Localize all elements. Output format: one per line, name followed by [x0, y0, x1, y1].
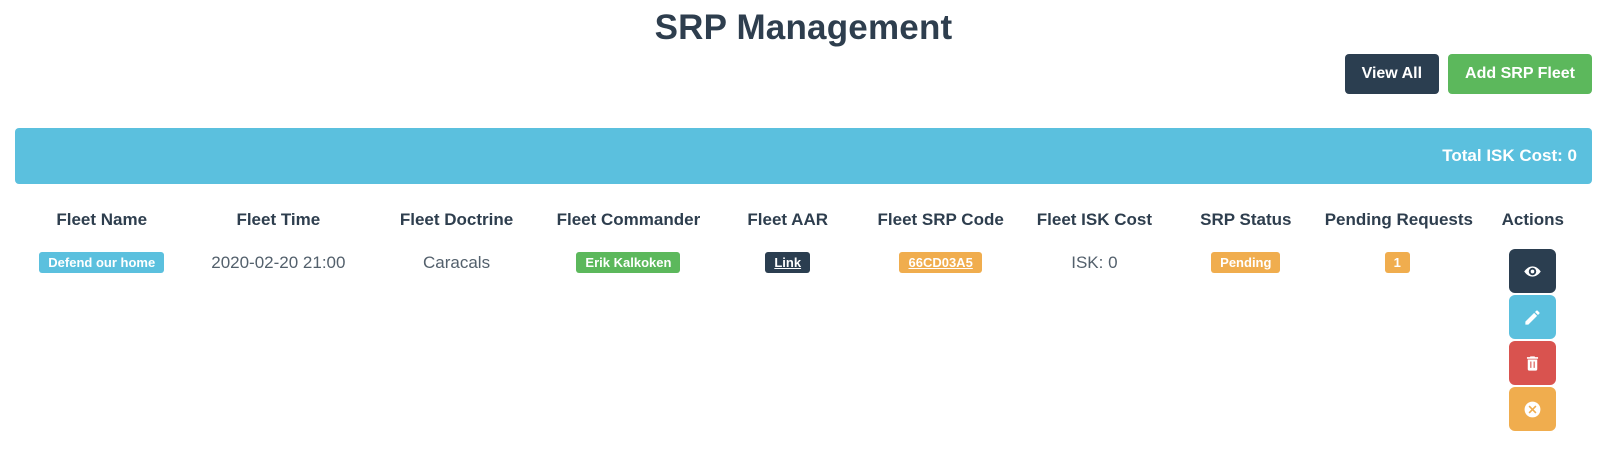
cancel-fleet-button[interactable] — [1509, 387, 1556, 431]
delete-fleet-button[interactable] — [1509, 341, 1556, 385]
header-fleet-name: Fleet Name — [15, 210, 188, 249]
toolbar: View All Add SRP Fleet — [15, 54, 1592, 94]
header-fleet-commander: Fleet Commander — [545, 210, 712, 249]
view-fleet-button[interactable] — [1509, 249, 1556, 293]
header-fleet-doctrine: Fleet Doctrine — [368, 210, 545, 249]
row-actions — [1478, 249, 1588, 431]
total-isk-cost-label: Total ISK Cost: 0 — [1442, 146, 1577, 166]
eye-icon — [1523, 262, 1542, 281]
header-fleet-srp-code: Fleet SRP Code — [863, 210, 1018, 249]
header-fleet-time: Fleet Time — [188, 210, 368, 249]
page-title: SRP Management — [15, 0, 1592, 48]
pencil-icon — [1523, 308, 1542, 327]
fleet-time-value: 2020-02-20 21:00 — [188, 249, 368, 431]
fleet-srp-code-link[interactable]: 66CD03A5 — [899, 252, 981, 273]
cancel-icon — [1523, 400, 1542, 419]
header-fleet-aar: Fleet AAR — [712, 210, 863, 249]
fleet-isk-cost-value: ISK: 0 — [1018, 249, 1171, 431]
header-fleet-isk-cost: Fleet ISK Cost — [1018, 210, 1171, 249]
table-header-row: Fleet Name Fleet Time Fleet Doctrine Fle… — [15, 210, 1592, 249]
header-pending-requests: Pending Requests — [1321, 210, 1474, 249]
table-row: Defend our home 2020-02-20 21:00 Caracal… — [15, 249, 1592, 431]
srp-status-badge: Pending — [1211, 252, 1280, 273]
edit-fleet-button[interactable] — [1509, 295, 1556, 339]
trash-icon — [1523, 354, 1542, 373]
header-actions: Actions — [1474, 210, 1592, 249]
fleet-commander-badge: Erik Kalkoken — [576, 252, 680, 273]
fleet-name-badge: Defend our home — [39, 252, 164, 273]
fleet-doctrine-value: Caracals — [368, 249, 545, 431]
fleet-aar-link[interactable]: Link — [765, 252, 810, 273]
add-srp-fleet-button[interactable]: Add SRP Fleet — [1448, 54, 1592, 94]
pending-requests-badge: 1 — [1385, 252, 1410, 273]
srp-management-page: SRP Management View All Add SRP Fleet To… — [0, 0, 1607, 431]
header-srp-status: SRP Status — [1171, 210, 1321, 249]
view-all-button[interactable]: View All — [1345, 54, 1439, 94]
panel-header-bar: Total ISK Cost: 0 — [15, 128, 1592, 184]
srp-fleet-table: Fleet Name Fleet Time Fleet Doctrine Fle… — [15, 210, 1592, 431]
